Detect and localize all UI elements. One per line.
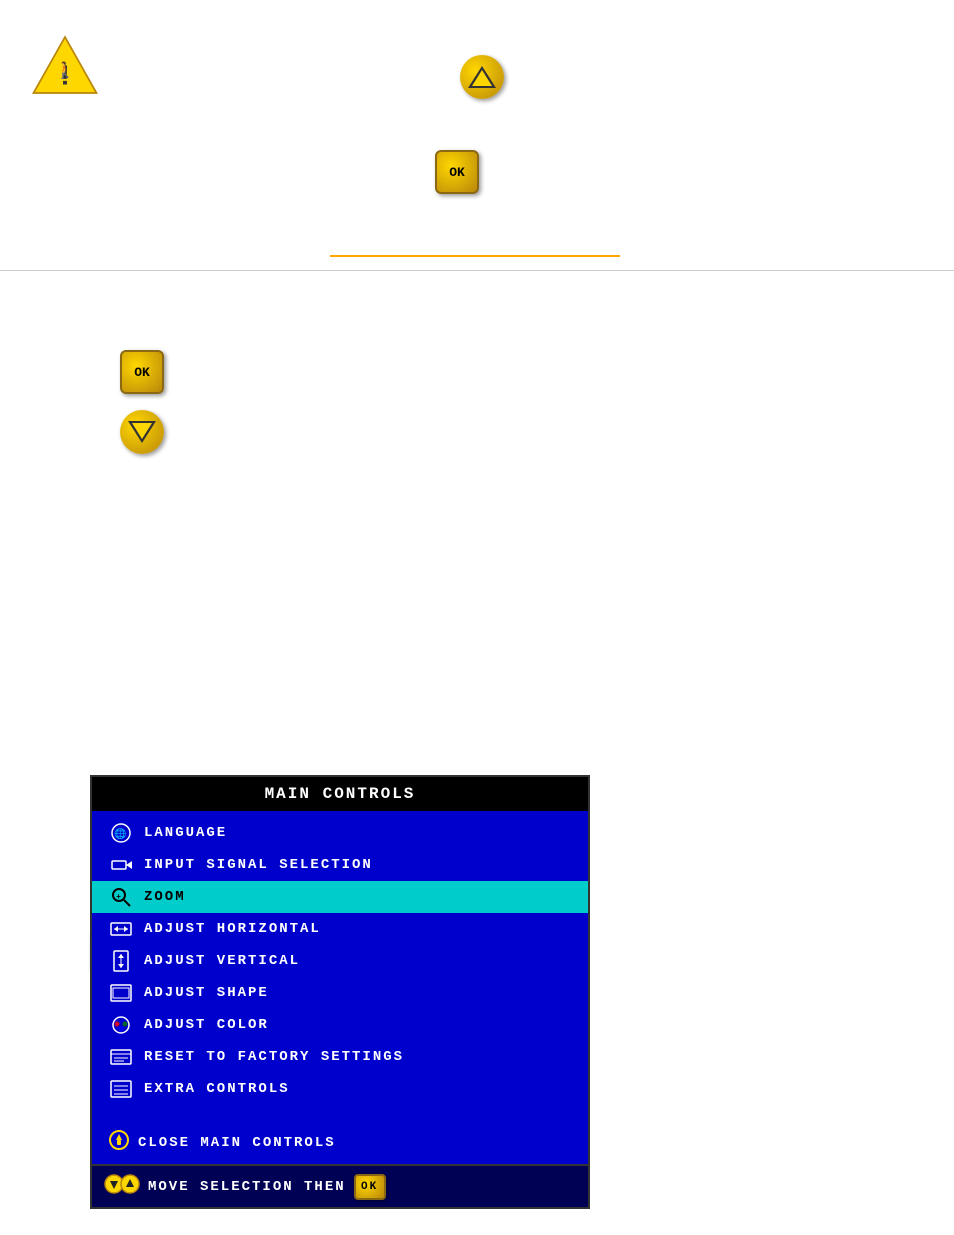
osd-title: MAIN CONTROLS — [92, 777, 588, 811]
extra-controls-icon — [108, 1078, 134, 1100]
osd-item-adjust-horizontal[interactable]: ADJUST HORIZONTAL — [92, 913, 588, 945]
up-arrow-button[interactable] — [460, 55, 504, 99]
zoom-icon: + — [108, 886, 134, 908]
adjust-color-label: ADJUST COLOR — [144, 1017, 269, 1033]
extra-controls-label: EXTRA CONTROLS — [144, 1081, 290, 1097]
adjust-horizontal-label: ADJUST HORIZONTAL — [144, 921, 321, 937]
osd-item-adjust-shape[interactable]: ADJUST SHAPE — [92, 977, 588, 1009]
language-label: LANGUAGE — [144, 825, 227, 841]
osd-item-adjust-vertical[interactable]: ADJUST VERTICAL — [92, 945, 588, 977]
osd-items-list: 🌐 LANGUAGE INPUT SIGNAL SELECTION — [92, 811, 588, 1111]
middle-section: OK MAIN CONTROLS 🌐 LANGUAGE — [0, 310, 954, 983]
warning-icon: ! 🚶 — [30, 30, 100, 100]
svg-text:+: + — [116, 893, 122, 902]
ok-button-mid[interactable]: OK — [120, 350, 164, 394]
osd-menu: MAIN CONTROLS 🌐 LANGUAGE — [90, 775, 590, 1209]
adjust-shape-label: ADJUST SHAPE — [144, 985, 269, 1001]
orange-underline — [330, 255, 620, 257]
osd-divider — [92, 1111, 588, 1121]
adjust-color-icon — [108, 1014, 134, 1036]
move-selection-label: MOVE SELECTION THEN — [148, 1179, 346, 1195]
close-icon — [108, 1129, 130, 1156]
osd-item-extra-controls[interactable]: EXTRA CONTROLS — [92, 1073, 588, 1105]
osd-item-input-signal[interactable]: INPUT SIGNAL SELECTION — [92, 849, 588, 881]
down-arrow-button[interactable] — [120, 410, 164, 454]
osd-item-adjust-color[interactable]: ADJUST COLOR — [92, 1009, 588, 1041]
zoom-label: ZOOM — [144, 889, 186, 905]
input-signal-label: INPUT SIGNAL SELECTION — [144, 857, 373, 873]
osd-bottom-bar: MOVE SELECTION THEN OK — [92, 1164, 588, 1207]
input-signal-icon — [108, 854, 134, 876]
reset-factory-icon — [108, 1046, 134, 1068]
osd-item-language[interactable]: 🌐 LANGUAGE — [92, 817, 588, 849]
ok-button-top[interactable]: OK — [435, 150, 479, 194]
adjust-vertical-icon — [108, 950, 134, 972]
move-arrows-icon — [104, 1173, 140, 1200]
svg-text:🌐: 🌐 — [114, 827, 127, 841]
svg-text:🚶: 🚶 — [55, 61, 75, 80]
ok-icon-bottom-bar: OK — [354, 1174, 386, 1200]
adjust-shape-icon — [108, 982, 134, 1004]
top-section: ! 🚶 OK — [0, 0, 954, 310]
language-icon: 🌐 — [108, 822, 134, 844]
osd-item-reset-factory[interactable]: RESET TO FACTORY SETTINGS — [92, 1041, 588, 1073]
reset-factory-label: RESET TO FACTORY SETTINGS — [144, 1049, 404, 1065]
section-divider — [0, 270, 954, 271]
close-label: CLOSE MAIN CONTROLS — [138, 1135, 336, 1151]
adjust-horizontal-icon — [108, 918, 134, 940]
osd-item-zoom[interactable]: + ZOOM — [92, 881, 588, 913]
osd-close-row[interactable]: CLOSE MAIN CONTROLS — [92, 1121, 588, 1164]
adjust-vertical-label: ADJUST VERTICAL — [144, 953, 300, 969]
